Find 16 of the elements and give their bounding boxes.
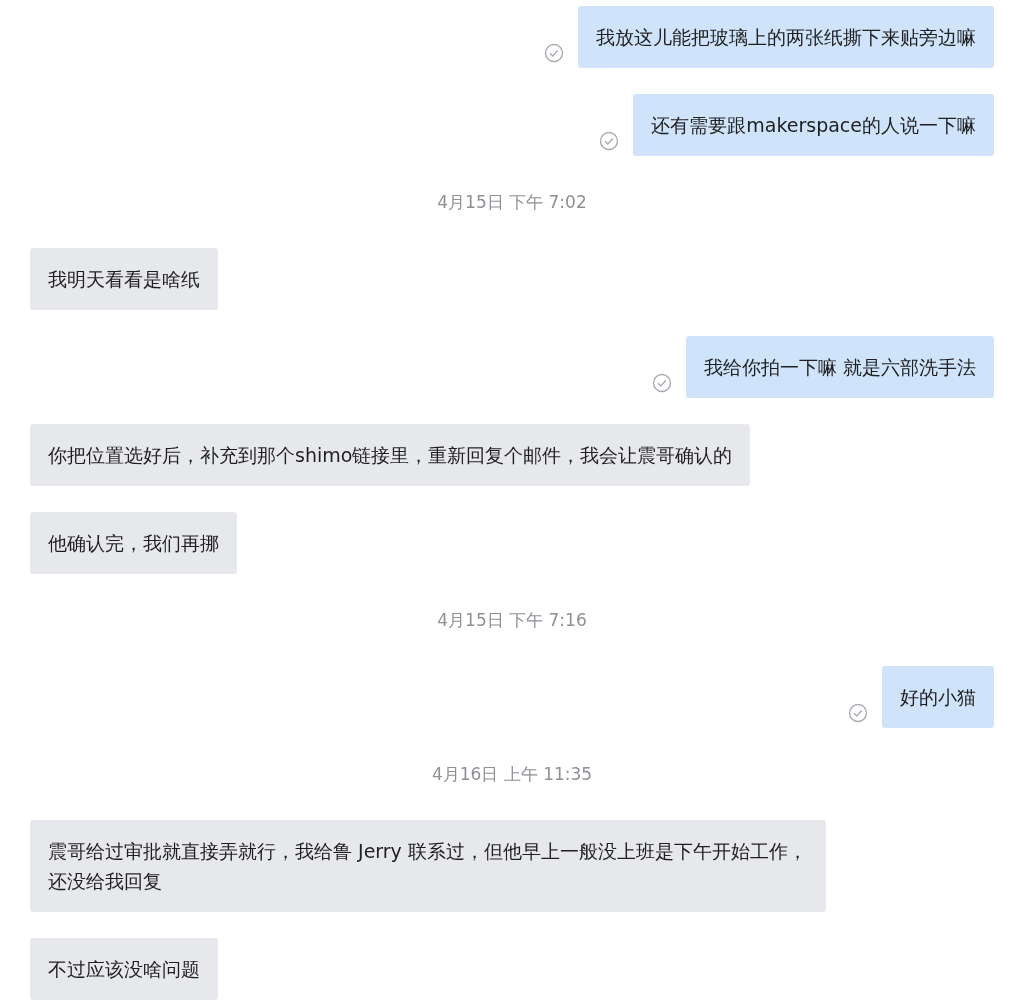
timestamp: 4月15日 下午 7:02 [437,190,587,214]
read-check-icon [544,43,564,63]
timestamp: 4月15日 下午 7:16 [437,608,587,632]
message-bubble: 我给你拍一下嘛 就是六部洗手法 [685,336,994,398]
message-bubble: 还有需要跟makerspace的人说一下嘛 [633,94,994,156]
message-bubble: 我明天看看是啥纸 [30,248,218,310]
message-bubble: 好的小猫 [882,666,994,728]
read-check-icon [599,131,620,151]
read-check-icon [651,373,672,393]
timestamp: 4月16日 上午 11:35 [431,762,593,786]
message-bubble: 你把位置选好后，补充到那个shimo链接里，重新回复个邮件，我会让震哥确认的 [30,424,751,486]
read-check-icon [848,703,868,723]
message-bubble: 震哥给过审批就直接弄就行，我给鲁 Jerry 联系过，但他早上一般没上班是下午开始工作，还没给我回复 [30,820,826,912]
message-bubble: 不过应该没啥问题 [30,938,218,1000]
message-bubble: 我放这儿能把玻璃上的两张纸撕下来贴旁边嘛 [578,6,994,68]
message-bubble: 他确认完，我们再挪 [30,512,237,574]
